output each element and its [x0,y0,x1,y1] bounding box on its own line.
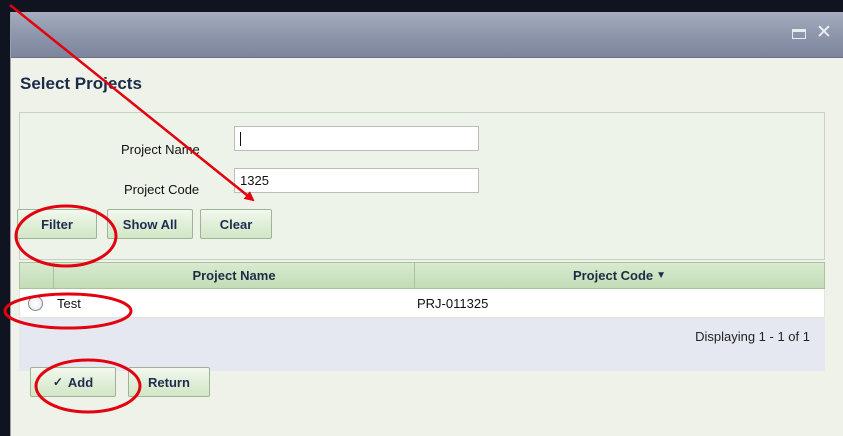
column-header-project-code[interactable]: Project Code ▼ [415,263,824,288]
project-code-input[interactable] [234,168,479,193]
cell-project-code: PRJ-011325 [417,295,489,311]
check-icon: ✓ [52,375,63,389]
project-code-label: Project Code [124,182,200,197]
project-name-input[interactable] [234,126,479,151]
close-icon[interactable]: ✕ [816,23,832,43]
table-row[interactable]: Test PRJ-011325 [19,289,825,318]
show-all-button[interactable]: Show All [107,209,193,239]
project-name-label: Project Name [121,142,200,157]
header-select-column [20,263,54,288]
text-caret [240,132,241,146]
grid-header: Project Name Project Code ▼ [19,262,825,289]
maximize-icon[interactable] [792,29,806,39]
column-header-project-code-label: Project Code [572,268,654,283]
grid-footer: Displaying 1 - 1 of 1 [19,318,825,371]
paging-status: Displaying 1 - 1 of 1 [695,329,810,344]
row-select-cell [20,295,53,311]
filter-button[interactable]: Filter [17,209,97,239]
add-button[interactable]: ✓ Add [30,367,116,397]
add-button-label: Add [67,374,94,390]
clear-button[interactable]: Clear [200,209,272,239]
column-header-project-name[interactable]: Project Name [54,263,415,288]
sort-descending-icon: ▼ [656,270,667,281]
projects-grid: Project Name Project Code ▼ Test PRJ-011… [19,262,825,371]
return-button[interactable]: Return [128,367,210,397]
cell-project-name: Test [57,295,81,311]
row-select-radio[interactable] [28,295,43,311]
page-title: Select Projects [20,74,142,93]
dialog-titlebar: ✕ [11,12,843,58]
